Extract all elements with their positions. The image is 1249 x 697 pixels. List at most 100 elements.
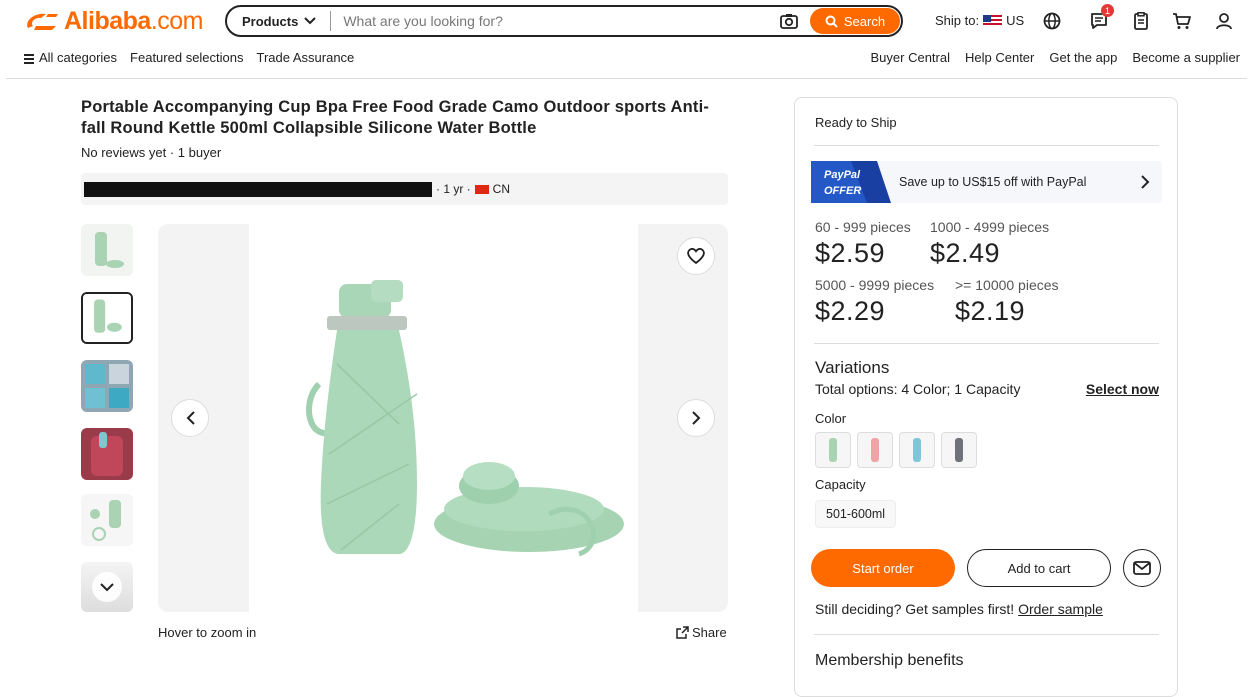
nav-buyer-central[interactable]: Buyer Central xyxy=(871,50,950,65)
chevron-down-icon xyxy=(304,17,317,25)
paypal-offer-text: Save up to US$15 off with PayPal xyxy=(899,175,1087,189)
account-icon[interactable] xyxy=(1213,10,1235,32)
next-image-button[interactable] xyxy=(677,399,715,437)
color-swatch-green[interactable] xyxy=(815,432,851,468)
tier-quantity: 5000 - 9999 pieces xyxy=(815,277,935,293)
prev-image-button[interactable] xyxy=(171,399,209,437)
search-input[interactable] xyxy=(343,13,778,29)
color-swatch-blue[interactable] xyxy=(899,432,935,468)
contact-supplier-button[interactable] xyxy=(1123,549,1161,587)
logo-text: Alibaba.com xyxy=(64,6,203,35)
tier-quantity: 60 - 999 pieces xyxy=(815,219,911,235)
thumbnail[interactable] xyxy=(81,360,133,412)
price-tier: 60 - 999 pieces $2.59 xyxy=(815,219,911,269)
reviews-summary[interactable]: No reviews yet · 1 buyer xyxy=(81,145,221,160)
price-tier: >= 10000 pieces $2.19 xyxy=(955,277,1059,327)
tier-quantity: >= 10000 pieces xyxy=(955,277,1059,293)
tier-price: $2.49 xyxy=(930,238,1001,268)
share-label: Share xyxy=(692,625,727,640)
paypal-offer-logo: PayPal OFFER xyxy=(811,161,891,203)
thumbnail[interactable] xyxy=(81,224,133,276)
tier-quantity: 1000 - 4999 pieces xyxy=(930,219,1050,235)
chevron-left-icon xyxy=(186,411,195,425)
search-bar: Products Search xyxy=(225,5,903,37)
capacity-label: Capacity xyxy=(815,477,866,492)
sample-prompt: Still deciding? Get samples first! Order… xyxy=(815,601,1103,617)
main-product-image[interactable] xyxy=(158,224,728,612)
supplier-bar[interactable]: · 1 yr · CN xyxy=(81,173,728,205)
thumbnail-scroll-down[interactable] xyxy=(81,562,133,612)
camera-icon[interactable] xyxy=(778,10,800,32)
us-flag-icon xyxy=(983,14,1003,27)
svg-text:PayPal: PayPal xyxy=(824,169,861,181)
thumbnail[interactable] xyxy=(81,494,133,546)
mail-icon xyxy=(1133,561,1151,575)
capacity-option[interactable]: 501-600ml xyxy=(815,500,897,528)
panel-divider xyxy=(814,343,1159,344)
tier-price: $2.59 xyxy=(815,238,886,268)
share-button[interactable]: Share xyxy=(676,625,727,640)
panel-divider xyxy=(814,145,1159,146)
chevron-down-icon xyxy=(100,582,114,591)
sub-navigation: All categories Featured selections Trade… xyxy=(0,46,1249,70)
price-tier: 1000 - 4999 pieces $2.49 xyxy=(930,219,1049,269)
header-divider xyxy=(6,78,1247,79)
panel-divider xyxy=(814,634,1159,635)
nav-all-categories[interactable]: All categories xyxy=(24,50,117,65)
nav-featured-selections[interactable]: Featured selections xyxy=(130,50,243,65)
nav-trade-assurance[interactable]: Trade Assurance xyxy=(257,50,355,65)
heart-icon xyxy=(687,248,705,264)
globe-icon[interactable] xyxy=(1041,10,1063,32)
paypal-offer-banner[interactable]: PayPal OFFER Save up to US$15 off with P… xyxy=(811,161,1162,203)
menu-icon xyxy=(24,53,34,64)
search-button-label: Search xyxy=(843,13,886,29)
supplier-country: CN xyxy=(492,182,511,196)
favorite-button[interactable] xyxy=(677,237,715,275)
select-now-link[interactable]: Select now xyxy=(1086,381,1159,397)
redacted-supplier-name xyxy=(84,181,432,197)
orders-icon[interactable] xyxy=(1130,10,1152,32)
cart-icon[interactable] xyxy=(1171,10,1193,32)
product-bottle-image xyxy=(306,280,624,557)
ship-to-label: Ship to: xyxy=(935,13,980,28)
nav-help-center[interactable]: Help Center xyxy=(965,50,1034,65)
add-to-cart-button[interactable]: Add to cart xyxy=(967,549,1111,587)
color-swatches xyxy=(815,432,977,468)
chevron-right-icon xyxy=(691,411,700,425)
membership-benefits-title[interactable]: Membership benefits xyxy=(815,652,964,670)
nav-become-supplier[interactable]: Become a supplier xyxy=(1132,50,1240,65)
thumbnail-active[interactable] xyxy=(81,292,133,344)
ship-to-country: US xyxy=(1006,13,1025,28)
purchase-panel: Ready to Ship PayPal OFFER Save up to US… xyxy=(794,97,1178,697)
svg-text:OFFER: OFFER xyxy=(824,185,861,197)
messages-badge: 1 xyxy=(1101,4,1114,17)
color-label: Color xyxy=(815,411,847,426)
share-icon xyxy=(676,626,689,639)
ship-to-selector[interactable]: Ship to: US xyxy=(935,13,1024,28)
color-swatch-grey[interactable] xyxy=(941,432,977,468)
start-order-button[interactable]: Start order xyxy=(811,549,955,587)
cn-flag-icon xyxy=(474,184,489,194)
search-category-label: Products xyxy=(242,13,299,29)
tier-price: $2.19 xyxy=(955,296,1026,326)
order-sample-link[interactable]: Order sample xyxy=(1018,601,1103,617)
color-swatch-pink[interactable] xyxy=(857,432,893,468)
search-button[interactable]: Search xyxy=(810,8,900,34)
price-tier: 5000 - 9999 pieces $2.29 xyxy=(815,277,934,327)
search-category-select[interactable]: Products xyxy=(227,11,332,31)
hover-zoom-hint: Hover to zoom in xyxy=(158,625,257,640)
messages-icon[interactable]: 1 xyxy=(1088,4,1114,32)
ready-to-ship-label: Ready to Ship xyxy=(815,115,897,130)
alibaba-logo-mark-icon xyxy=(27,13,58,30)
still-deciding-text: Still deciding? Get samples first! xyxy=(815,601,1015,617)
variations-summary: Total options: 4 Color; 1 Capacity xyxy=(815,381,1021,397)
thumbnail[interactable] xyxy=(81,428,133,480)
supplier-years: · 1 yr · xyxy=(436,182,471,196)
alibaba-logo[interactable]: Alibaba.com xyxy=(22,6,203,36)
search-icon xyxy=(825,15,838,28)
top-header: Alibaba.com Products Search Ship to: US … xyxy=(0,0,1249,42)
product-title: Portable Accompanying Cup Bpa Free Food … xyxy=(81,98,710,137)
chevron-right-icon xyxy=(1141,175,1150,189)
tier-price: $2.29 xyxy=(815,296,886,326)
nav-get-the-app[interactable]: Get the app xyxy=(1049,50,1117,65)
